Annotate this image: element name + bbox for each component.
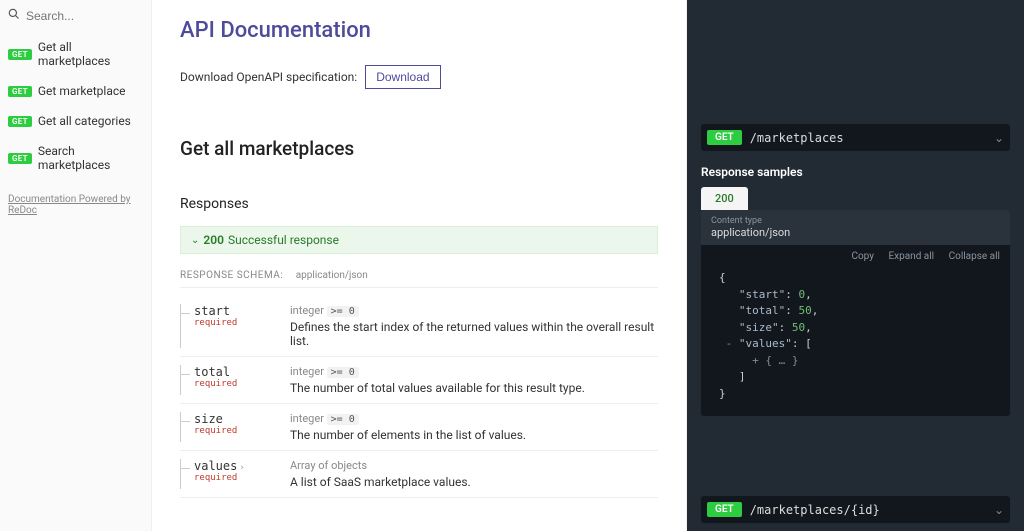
sidebar-item-search-marketplaces[interactable]: GET Search marketplaces: [0, 136, 151, 180]
sidebar-item-label: Search marketplaces: [38, 144, 143, 172]
param-type: integer >= 0: [290, 304, 658, 317]
redoc-credit-link[interactable]: Documentation Powered by ReDoc: [0, 180, 151, 230]
param-row[interactable]: values› required Array of objects A list…: [180, 451, 658, 498]
collapse-all-button[interactable]: Collapse all: [949, 251, 1000, 262]
param-constraint: >= 0: [327, 306, 359, 317]
chevron-down-icon: ⌄: [994, 131, 1004, 145]
content-type-bar: Content type application/json: [701, 210, 1010, 245]
response-samples-heading: Response samples: [701, 165, 1010, 179]
sidebar-item-get-all-marketplaces[interactable]: GET Get all marketplaces: [0, 32, 151, 76]
endpoint-bar-marketplace-id[interactable]: GET /marketplaces/{id} ⌄: [701, 496, 1010, 523]
search-icon: [8, 8, 20, 24]
endpoint-path: /marketplaces/{id}: [750, 503, 994, 517]
code-actions: Copy Expand all Collapse all: [701, 245, 1010, 268]
param-name: size: [194, 412, 280, 426]
sidebar-item-get-all-categories[interactable]: GET Get all categories: [0, 106, 151, 136]
search-row[interactable]: [0, 4, 151, 32]
samples-panel: GET /marketplaces ⌄ Response samples 200…: [687, 0, 1024, 531]
code-panel: Content type application/json Copy Expan…: [701, 210, 1010, 416]
response-text: Successful response: [228, 233, 339, 247]
response-schema-row: RESPONSE SCHEMA: application/json: [180, 270, 658, 288]
page-title: API Documentation: [180, 18, 658, 43]
sidebar-item-label: Get all categories: [38, 114, 131, 128]
param-desc: The number of elements in the list of va…: [290, 428, 658, 442]
param-required: required: [194, 379, 280, 389]
param-row: total required integer >= 0 The number o…: [180, 357, 658, 404]
schema-value: application/json: [296, 270, 368, 281]
param-type: Array of objects: [290, 459, 658, 472]
collapse-toggle-icon[interactable]: +: [752, 354, 759, 367]
http-method-badge: GET: [8, 49, 32, 60]
chevron-right-icon: ›: [239, 463, 244, 473]
content-type-value: application/json: [711, 226, 790, 239]
collapse-toggle-icon[interactable]: -: [726, 337, 733, 350]
copy-button[interactable]: Copy: [851, 251, 874, 262]
chevron-down-icon: ⌄: [191, 235, 199, 246]
response-code: 200: [203, 233, 224, 247]
schema-label: RESPONSE SCHEMA:: [180, 270, 283, 281]
chevron-down-icon: ⌄: [994, 503, 1004, 517]
tab-200[interactable]: 200: [701, 187, 748, 210]
param-type: integer >= 0: [290, 412, 658, 425]
param-constraint: >= 0: [327, 414, 359, 425]
spec-label: Download OpenAPI specification:: [180, 70, 357, 84]
param-desc: A list of SaaS marketplace values.: [290, 475, 658, 489]
param-constraint: >= 0: [327, 367, 359, 378]
http-method-badge: GET: [707, 130, 742, 145]
endpoint-bar-marketplaces[interactable]: GET /marketplaces ⌄: [701, 124, 1010, 151]
expand-all-button[interactable]: Expand all: [888, 251, 934, 262]
spec-download-row: Download OpenAPI specification: Download: [180, 65, 658, 89]
search-input[interactable]: [26, 9, 143, 23]
response-200-toggle[interactable]: ⌄ 200 Successful response: [180, 226, 658, 254]
http-method-badge: GET: [8, 153, 32, 164]
download-button[interactable]: Download: [365, 65, 440, 89]
param-required: required: [194, 473, 280, 483]
param-desc: The number of total values available for…: [290, 381, 658, 395]
param-name: total: [194, 365, 280, 379]
param-type: integer >= 0: [290, 365, 658, 378]
http-method-badge: GET: [8, 116, 32, 127]
sidebar: GET Get all marketplaces GET Get marketp…: [0, 0, 152, 531]
param-name: values›: [194, 459, 280, 473]
responses-heading: Responses: [180, 196, 658, 212]
section-title-get-all-marketplaces: Get all marketplaces: [180, 137, 658, 160]
endpoint-path: /marketplaces: [750, 131, 994, 145]
sidebar-item-label: Get marketplace: [38, 84, 126, 98]
sidebar-item-label: Get all marketplaces: [38, 40, 143, 68]
main-content: API Documentation Download OpenAPI speci…: [152, 0, 687, 531]
param-required: required: [194, 318, 280, 328]
param-desc: Defines the start index of the returned …: [290, 320, 658, 348]
param-required: required: [194, 426, 280, 436]
http-method-badge: GET: [8, 86, 32, 97]
json-sample: { "start": 0, "total": 50, "size": 50, -…: [701, 268, 1010, 416]
content-type-label: Content type: [711, 216, 1000, 226]
http-method-badge: GET: [707, 502, 742, 517]
param-row: start required integer >= 0 Defines the …: [180, 296, 658, 357]
param-row: size required integer >= 0 The number of…: [180, 404, 658, 451]
params-table: start required integer >= 0 Defines the …: [180, 296, 658, 498]
sidebar-item-get-marketplace[interactable]: GET Get marketplace: [0, 76, 151, 106]
param-name: start: [194, 304, 280, 318]
